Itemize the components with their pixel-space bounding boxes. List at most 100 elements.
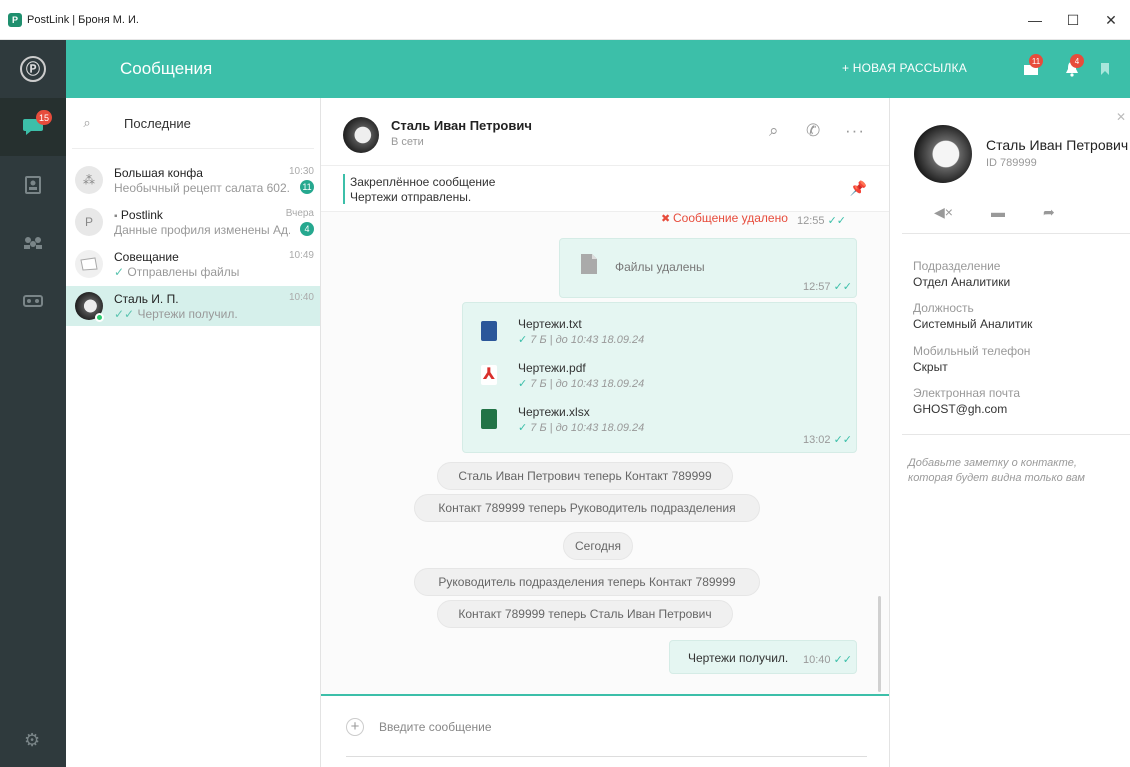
chat-item-stal[interactable]: Сталь И. П. 10:40 ✓✓ Чертежи получил. <box>66 286 320 326</box>
search-icon[interactable]: ⌕ <box>769 121 779 141</box>
unread-badge: 4 <box>300 222 314 236</box>
field-mobile: Мобильный телефон Скрыт <box>913 344 1030 374</box>
field-label: Подразделение <box>913 259 1001 273</box>
folder-icon[interactable]: ▬ <box>991 204 1005 221</box>
mail-button[interactable]: 11 <box>1020 54 1043 80</box>
field-value: Скрыт <box>913 360 948 374</box>
new-mailing-button[interactable]: + НОВАЯ РАССЫЛКА <box>842 61 967 75</box>
chat-name-text: Postlink <box>120 208 163 222</box>
chat-preview: ✓ Отправлены файлы <box>114 265 290 279</box>
pinned-text: Чертежи отправлены. <box>350 190 472 204</box>
read-check-icon: ✓✓ <box>827 215 847 227</box>
pinned-bar <box>343 174 345 204</box>
contact-note-input[interactable]: Добавьте заметку о контакте, которая буд… <box>908 456 1118 486</box>
chat-list: ⌕ Последние ⁂ Большая конфа 10:30 Необыч… <box>66 98 321 767</box>
chat-time: Вчера <box>285 208 314 219</box>
profile-id: ID 789999 <box>986 157 1037 169</box>
meeting-avatar-icon <box>75 250 103 278</box>
message-time: 12:55 ✓✓ <box>797 215 847 227</box>
field-label: Должность <box>913 301 974 315</box>
lock-icon: ▪ <box>114 211 118 222</box>
pinned-message[interactable]: Закреплённое сообщение Чертежи отправлен… <box>321 166 889 212</box>
app-header: Сообщения + НОВАЯ РАССЫЛКА 11 4 <box>66 40 1130 98</box>
sent-check-icon: ✓ <box>114 265 125 279</box>
file-name: Чертежи.xlsx <box>518 405 590 419</box>
field-value: Отдел Аналитики <box>913 275 1011 289</box>
deleted-message: ✖ Сообщение удалено 12:55 ✓✓ <box>661 212 857 232</box>
chat-preview-text: Чертежи получил. <box>137 307 238 321</box>
chat-name: ▪ Postlink <box>114 208 163 222</box>
files-deleted-message[interactable]: Файлы удалены 12:57 ✓✓ <box>559 238 857 298</box>
chat-name: Сталь И. П. <box>114 292 179 306</box>
bookmark-icon <box>1101 63 1109 75</box>
rail-item-messages[interactable]: 15 <box>0 98 66 156</box>
profile-name: Сталь Иван Петрович <box>986 137 1129 153</box>
outgoing-message[interactable]: Чертежи получил. 10:40 ✓✓ <box>669 640 857 674</box>
unpin-icon[interactable]: 📌 <box>850 180 867 197</box>
divider <box>902 233 1130 234</box>
composer-underline <box>346 756 867 757</box>
app-logo: Ⓟ <box>0 40 66 98</box>
file-icon <box>581 254 597 274</box>
message-time: 12:57 ✓✓ <box>803 281 853 293</box>
bookmark-button[interactable] <box>1094 58 1116 80</box>
conversation-pane: Сталь Иван Петрович В сети ⌕ ✆ ··· Закре… <box>321 98 889 767</box>
conversation-header: Сталь Иван Петрович В сети ⌕ ✆ ··· <box>321 98 889 166</box>
messages-scrollbar[interactable] <box>878 596 881 692</box>
page-title: Сообщения <box>120 59 213 78</box>
close-icon[interactable]: ✕ <box>1116 110 1126 124</box>
profile-avatar <box>914 125 972 183</box>
message-composer: + Введите сообщение <box>321 694 889 767</box>
mute-icon[interactable]: ◀× <box>934 204 953 221</box>
gear-icon[interactable]: ⚙ <box>24 731 42 749</box>
files-message: Чертежи.txt ✓ 7 Б | до 10:43 18.09.24 ⅄ … <box>462 302 857 453</box>
groups-icon <box>24 237 42 249</box>
pinned-title: Закреплённое сообщение <box>350 175 496 189</box>
window-title: PostLink | Броня М. И. <box>27 13 139 26</box>
avatar: P <box>75 208 103 236</box>
attach-plus-icon[interactable]: + <box>346 718 364 736</box>
avatar[interactable] <box>343 117 379 153</box>
contact-status: В сети <box>391 136 424 148</box>
search-icon: ⌕ <box>83 115 91 130</box>
chat-item-big-conf[interactable]: ⁂ Большая конфа 10:30 Необычный рецепт с… <box>66 160 320 200</box>
close-button[interactable]: ✕ <box>1092 0 1130 40</box>
rail-item-contacts[interactable] <box>0 156 66 214</box>
system-message: Руководитель подразделения теперь Контак… <box>414 568 760 596</box>
contact-name[interactable]: Сталь Иван Петрович <box>391 118 532 133</box>
field-label: Электронная почта <box>913 386 1021 400</box>
profile-actions: ◀× ▬ ➦ <box>934 204 1055 221</box>
rail-item-groups[interactable] <box>0 214 66 272</box>
message-list: ✖ Сообщение удалено 12:55 ✓✓ Файлы удале… <box>321 212 889 694</box>
message-time: 13:02 ✓✓ <box>803 434 853 446</box>
chat-search[interactable]: ⌕ Последние <box>72 98 314 149</box>
chat-preview: Необычный рецепт салата 602... <box>114 181 290 195</box>
message-text: Чертежи получил. <box>688 651 789 665</box>
field-value: Системный Аналитик <box>913 317 1033 331</box>
read-check-icon: ✓✓ <box>114 307 135 321</box>
search-filter-label[interactable]: Последние <box>124 116 191 131</box>
share-icon[interactable]: ➦ <box>1043 204 1055 221</box>
file-meta: ✓ 7 Б | до 10:43 18.09.24 <box>518 334 645 346</box>
field-position: Должность Системный Аналитик <box>913 301 1032 331</box>
chat-time: 10:30 <box>288 166 314 177</box>
field-label: Мобильный телефон <box>913 344 1031 358</box>
messages-badge: 15 <box>36 110 53 125</box>
field-value[interactable]: GHOST@gh.com <box>913 402 1020 416</box>
chat-item-meeting[interactable]: Совещание 10:49 ✓ Отправлены файлы <box>66 244 320 284</box>
notifications-badge: 4 <box>1070 54 1084 68</box>
chat-time: 10:40 <box>288 292 314 303</box>
deleted-x-icon: ✖ <box>661 213 671 225</box>
divider <box>902 434 1130 435</box>
file-name: Чертежи.txt <box>518 317 582 331</box>
maximize-button[interactable]: ☐ <box>1054 0 1092 40</box>
chat-name: Большая конфа <box>114 166 203 180</box>
message-input[interactable]: Введите сообщение <box>379 720 492 734</box>
minimize-button[interactable]: — <box>1016 0 1054 40</box>
phone-icon[interactable]: ✆ <box>806 121 820 141</box>
rail-item-voicemail[interactable] <box>0 272 66 330</box>
more-icon[interactable]: ··· <box>845 121 865 141</box>
files-deleted-text: Файлы удалены <box>615 260 705 274</box>
chat-item-postlink[interactable]: P ▪ Postlink Вчера Данные профиля измене… <box>66 202 320 242</box>
notifications-button[interactable]: 4 <box>1061 54 1084 80</box>
